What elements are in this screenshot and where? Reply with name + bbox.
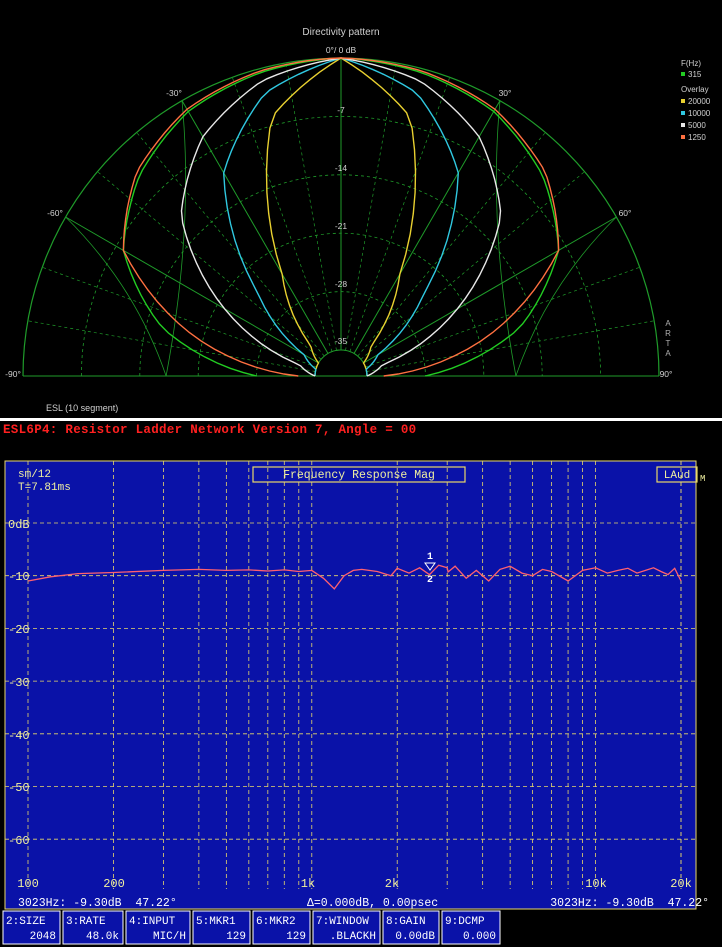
y-tick-label: -50 <box>8 781 30 795</box>
polar-labels: Directivity pattern 0°/ 0 dB -7 -14 -21 … <box>5 27 711 413</box>
polar-guide <box>65 216 167 377</box>
legend-label-10000: 10000 <box>688 109 711 118</box>
radial-tick-label: -28 <box>335 279 348 289</box>
watermark-letter: A <box>665 319 671 328</box>
status-bar: 3023Hz: -9.30dB 47.22° Δ=0.000dB, 0.00ps… <box>18 897 709 910</box>
angle-label-neg30: -30° <box>166 88 182 98</box>
softkey-label: 5:MKR1 <box>196 916 236 928</box>
softkey-bar: 2:SIZE 2048 3:RATE 48.0k 4:INPUT MIC/H 5:MKR1 1… <box>2 910 501 945</box>
measurement-header: ESL6P4: Resistor Ladder Network Version … <box>0 421 722 442</box>
directivity-polar-chart: Directivity pattern 0°/ 0 dB -7 -14 -21 … <box>5 27 711 413</box>
y-tick-label: -20 <box>8 623 30 637</box>
x-tick-label: 10k <box>585 877 607 891</box>
softkey-value: 129 <box>286 931 306 943</box>
legend-label-1250: 1250 <box>688 133 706 142</box>
legend-swatch-5000 <box>681 123 685 127</box>
x-tick-label: 100 <box>17 877 39 891</box>
marker-2-readout: 3023Hz: -9.30dB 47.22° <box>550 897 709 910</box>
softkey-mkr1[interactable]: 5:MKR1 129 <box>192 910 251 945</box>
softkey-value: .BLACKH <box>330 931 376 943</box>
polar-guide <box>165 100 187 377</box>
softkey-value: MIC/H <box>153 931 186 943</box>
polar-legend: F(Hz) 315 Overlay 20000 10000 5000 1250 <box>681 59 711 142</box>
softkey-window[interactable]: 7:WINDOW .BLACKH <box>312 910 381 945</box>
legend-swatch-main <box>681 72 685 76</box>
angle-label-pos60: 60° <box>619 208 632 218</box>
legend-main-label: 315 <box>688 70 702 79</box>
x-tick-label: 2k <box>385 877 399 891</box>
legend-swatch-20000 <box>681 99 685 103</box>
radial-tick-label: -14 <box>335 163 348 173</box>
frequency-response-panel: sm/12 T=7.81ms Frequency Response Mag LA… <box>0 442 722 947</box>
radial-tick-label: -21 <box>335 221 348 231</box>
polar-guide <box>515 216 617 377</box>
y-tick-label: 0dB <box>8 518 30 532</box>
legend-freq-header: F(Hz) <box>681 59 701 68</box>
softkey-label: 2:SIZE <box>6 916 46 928</box>
softkey-label: 4:INPUT <box>129 916 176 928</box>
angle-label-neg60: -60° <box>47 208 63 218</box>
marker-1-readout: 3023Hz: -9.30dB 47.22° <box>18 897 177 910</box>
legend-swatch-1250 <box>681 135 685 139</box>
softkey-rate[interactable]: 3:RATE 48.0k <box>62 910 124 945</box>
y-tick-label: -10 <box>8 570 30 584</box>
laud-suffix: M <box>700 474 705 484</box>
softkey-value: 48.0k <box>86 931 119 943</box>
radial-tick-label: -7 <box>337 105 345 115</box>
softkey-input[interactable]: 4:INPUT MIC/H <box>125 910 191 945</box>
polar-footer-label: ESL (10 segment) <box>46 403 118 413</box>
softkey-label: 6:MKR2 <box>256 916 296 928</box>
watermark-letter: T <box>666 339 671 348</box>
softkey-value: 2048 <box>30 931 56 943</box>
x-tick-label: 1k <box>301 877 315 891</box>
y-tick-label: -60 <box>8 834 30 848</box>
legend-label-20000: 20000 <box>688 97 711 106</box>
frequency-response-chart: sm/12 T=7.81ms Frequency Response Mag LA… <box>2 460 709 945</box>
softkey-value: 129 <box>226 931 246 943</box>
y-tick-label: -30 <box>8 676 30 690</box>
watermark-letter: A <box>665 349 671 358</box>
legend-overlay-header: Overlay <box>681 85 709 94</box>
plot-background <box>4 460 697 910</box>
time-label: T=7.81ms <box>18 482 71 494</box>
polar-top-label: 0°/ 0 dB <box>326 45 357 55</box>
angle-label-pos90: 90° <box>660 369 673 379</box>
arta-watermark: ARTA <box>665 319 671 358</box>
polar-spoke <box>285 62 337 351</box>
marker-1-label: 1 <box>427 552 433 563</box>
softkey-size[interactable]: 2:SIZE 2048 <box>2 910 61 945</box>
softkey-label: 7:WINDOW <box>316 916 369 928</box>
softkey-label: 9:DCMP <box>445 916 485 928</box>
angle-label-neg90: -90° <box>5 369 21 379</box>
softkey-dcmp[interactable]: 9:DCMP 0.000 <box>441 910 501 945</box>
x-tick-label: 200 <box>103 877 125 891</box>
angle-label-pos30: 30° <box>499 88 512 98</box>
polar-spoke <box>181 100 329 354</box>
fr-chart-title: Frequency Response Mag <box>283 469 435 482</box>
legend-label-5000: 5000 <box>688 121 706 130</box>
watermark-letter: R <box>665 329 671 338</box>
y-tick-label: -40 <box>8 729 30 743</box>
softkey-value: 0.00dB <box>395 931 435 943</box>
softkey-label: 8:GAIN <box>386 916 426 928</box>
polar-spoke <box>353 100 501 354</box>
polar-spoke <box>65 216 319 364</box>
measurement-title: ESL6P4: Resistor Ladder Network Version … <box>3 423 417 437</box>
softkey-label: 3:RATE <box>66 916 106 928</box>
marker-2-label: 2 <box>427 575 433 586</box>
radial-tick-label: -35 <box>335 336 348 346</box>
softkey-mkr2[interactable]: 6:MKR2 129 <box>252 910 311 945</box>
polar-title: Directivity pattern <box>302 27 379 38</box>
polar-spoke <box>345 62 397 351</box>
laud-label: LAud <box>664 470 690 482</box>
polar-guide <box>495 100 517 377</box>
x-tick-label: 20k <box>670 877 692 891</box>
directivity-panel: Directivity pattern 0°/ 0 dB -7 -14 -21 … <box>0 0 722 418</box>
softkey-gain[interactable]: 8:GAIN 0.00dB <box>382 910 440 945</box>
polar-spoke <box>363 216 617 364</box>
legend-swatch-10000 <box>681 111 685 115</box>
smoothing-label: sm/12 <box>18 469 51 481</box>
softkey-value: 0.000 <box>463 931 496 943</box>
marker-delta-readout: Δ=0.000dB, 0.00psec <box>307 897 438 910</box>
